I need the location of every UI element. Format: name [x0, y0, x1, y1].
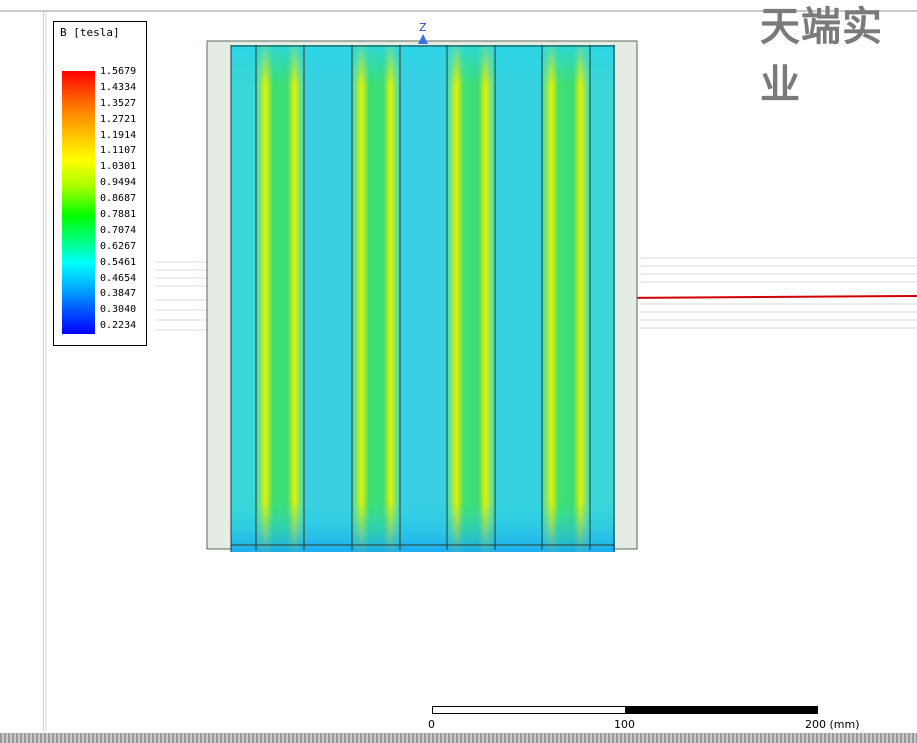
legend-value: 0.3847 [100, 288, 137, 300]
legend-value: 0.9494 [100, 177, 137, 189]
scale-label-end: 200 (mm) [805, 718, 860, 731]
legend-value: 0.4654 [100, 272, 137, 284]
scale-bar-black [625, 706, 818, 714]
z-axis-arrow-icon [418, 34, 428, 44]
z-axis-label: Z [419, 21, 427, 34]
scale-label-start: 0 [428, 718, 435, 731]
legend-value: 0.7881 [100, 209, 137, 221]
legend-value: 1.2721 [100, 113, 137, 125]
legend-values: 1.5679 1.4334 1.3527 1.2721 1.1914 1.110… [100, 64, 136, 334]
bottom-scrollbar[interactable] [0, 733, 917, 743]
legend-value: 1.1914 [100, 129, 137, 141]
scale-bar [432, 706, 818, 714]
legend-value: 1.5679 [100, 66, 137, 77]
legend-value: 1.3527 [100, 97, 137, 109]
legend-value: 0.6267 [100, 240, 137, 252]
legend-value: 0.7074 [100, 224, 137, 236]
legend-value: 0.5461 [100, 256, 137, 268]
legend-value: 1.1107 [100, 145, 137, 157]
legend-value: 0.2234 [100, 320, 137, 332]
legend-value: 0.8687 [100, 193, 137, 205]
color-legend[interactable]: B [tesla] 1.5679 1.4334 1.3527 1.2721 1.… [53, 21, 147, 346]
scale-label-mid: 100 [614, 718, 635, 731]
legend-value: 1.4334 [100, 81, 137, 93]
legend-title: B [tesla] [60, 26, 120, 39]
legend-value: 1.0301 [100, 161, 137, 173]
legend-color-bar [62, 71, 95, 334]
legend-value: 0.3040 [100, 304, 137, 316]
field-edge-fade [231, 45, 615, 552]
scale-bar-white [432, 706, 626, 714]
